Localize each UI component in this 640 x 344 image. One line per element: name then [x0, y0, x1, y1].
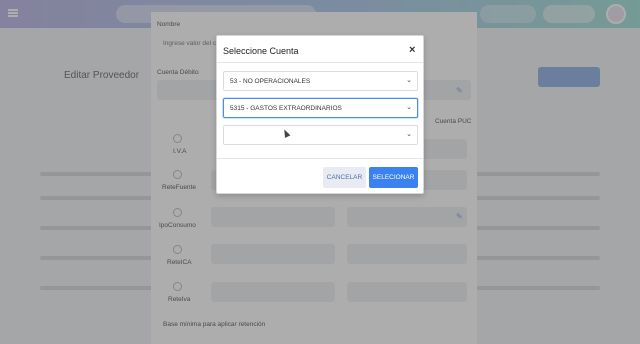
account-level1-select[interactable]: 53 - NO OPERACIONALES ⌄	[223, 71, 418, 91]
chevron-down-icon: ⌄	[406, 77, 412, 84]
select-account-modal: Seleccione Cuenta × 53 - NO OPERACIONALE…	[216, 35, 424, 194]
chevron-down-icon: ⌄	[406, 104, 412, 111]
close-icon[interactable]: ×	[409, 44, 415, 56]
chevron-down-icon: ⌄	[406, 131, 412, 138]
cancel-button[interactable]: CANCELAR	[323, 167, 366, 188]
modal-footer-divider	[217, 158, 423, 159]
modal-header: Seleccione Cuenta ×	[217, 36, 423, 63]
account-level1-value: 53 - NO OPERACIONALES	[230, 78, 311, 85]
account-level2-value: 5315 - GASTOS EXTRAORDINARIOS	[230, 105, 342, 112]
account-level2-select[interactable]: 5315 - GASTOS EXTRAORDINARIOS ⌄	[223, 98, 418, 118]
modal-title: Seleccione Cuenta	[223, 46, 299, 56]
select-button[interactable]: SELECIONAR	[369, 167, 418, 188]
account-level3-select[interactable]: ⌄	[223, 125, 418, 145]
